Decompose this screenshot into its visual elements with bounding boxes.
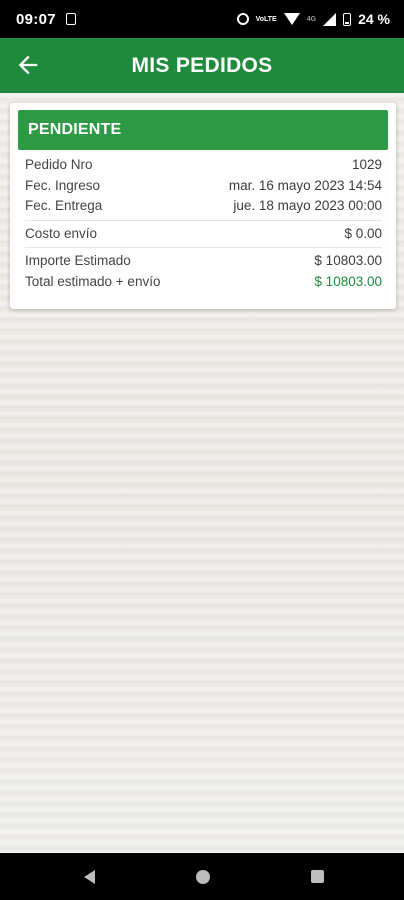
detail-label: Fec. Ingreso bbox=[25, 177, 101, 193]
divider bbox=[25, 247, 382, 248]
order-card[interactable]: PENDIENTE Pedido Nro 1029 Fec. Ingreso m… bbox=[10, 103, 396, 309]
detail-row-delivery-date: Fec. Entrega jue. 18 mayo 2023 00:00 bbox=[25, 196, 382, 217]
status-icons: VoLTE 4G 24 % bbox=[236, 11, 390, 27]
page-title: MIS PEDIDOS bbox=[131, 53, 273, 77]
detail-label: Costo envío bbox=[25, 225, 98, 241]
detail-row-estimated-total: Total estimado + envío $ 10803.00 bbox=[25, 272, 382, 293]
detail-label: Total estimado + envío bbox=[25, 273, 161, 289]
arrow-left-icon[interactable] bbox=[14, 51, 42, 79]
detail-value: $ 0.00 bbox=[344, 225, 382, 241]
alarm-icon bbox=[236, 13, 249, 25]
triangle-back-icon[interactable] bbox=[84, 869, 95, 884]
status-time: 09:07 bbox=[16, 10, 56, 28]
order-status-badge: PENDIENTE bbox=[18, 110, 388, 150]
signal-icon bbox=[323, 12, 337, 26]
detail-label: Pedido Nro bbox=[25, 157, 93, 172]
detail-value: mar. 16 mayo 2023 14:54 bbox=[228, 177, 382, 193]
detail-label: Importe Estimado bbox=[25, 253, 131, 268]
system-nav-bar bbox=[0, 853, 404, 900]
battery-icon bbox=[343, 12, 352, 26]
volte-icon: VoLTE bbox=[255, 15, 277, 23]
status-bar: 09:07 VoLTE 4G 24 % bbox=[0, 0, 404, 38]
detail-value: $ 10803.00 bbox=[314, 253, 382, 268]
detail-row-shipping-cost: Costo envío $ 0.00 bbox=[25, 224, 382, 245]
sim-icon bbox=[65, 13, 76, 25]
detail-label: Fec. Entrega bbox=[25, 198, 103, 213]
wifi-icon bbox=[283, 13, 300, 25]
square-recents-icon[interactable] bbox=[311, 870, 324, 883]
detail-row-order-number: Pedido Nro 1029 bbox=[25, 155, 382, 176]
divider bbox=[25, 219, 382, 221]
detail-value: 1029 bbox=[351, 157, 382, 172]
order-details: Pedido Nro 1029 Fec. Ingreso mar. 16 may… bbox=[18, 150, 388, 292]
battery-percent: 24 % bbox=[358, 11, 390, 27]
circle-home-icon[interactable] bbox=[196, 869, 210, 884]
lte-label: 4G bbox=[306, 15, 317, 23]
detail-value: jue. 18 mayo 2023 00:00 bbox=[233, 198, 382, 213]
total-value: $ 10803.00 bbox=[314, 273, 382, 289]
detail-row-estimated-amount: Importe Estimado $ 10803.00 bbox=[25, 251, 382, 272]
app-bar: MIS PEDIDOS bbox=[0, 38, 404, 93]
detail-row-entry-date: Fec. Ingreso mar. 16 mayo 2023 14:54 bbox=[25, 176, 382, 197]
